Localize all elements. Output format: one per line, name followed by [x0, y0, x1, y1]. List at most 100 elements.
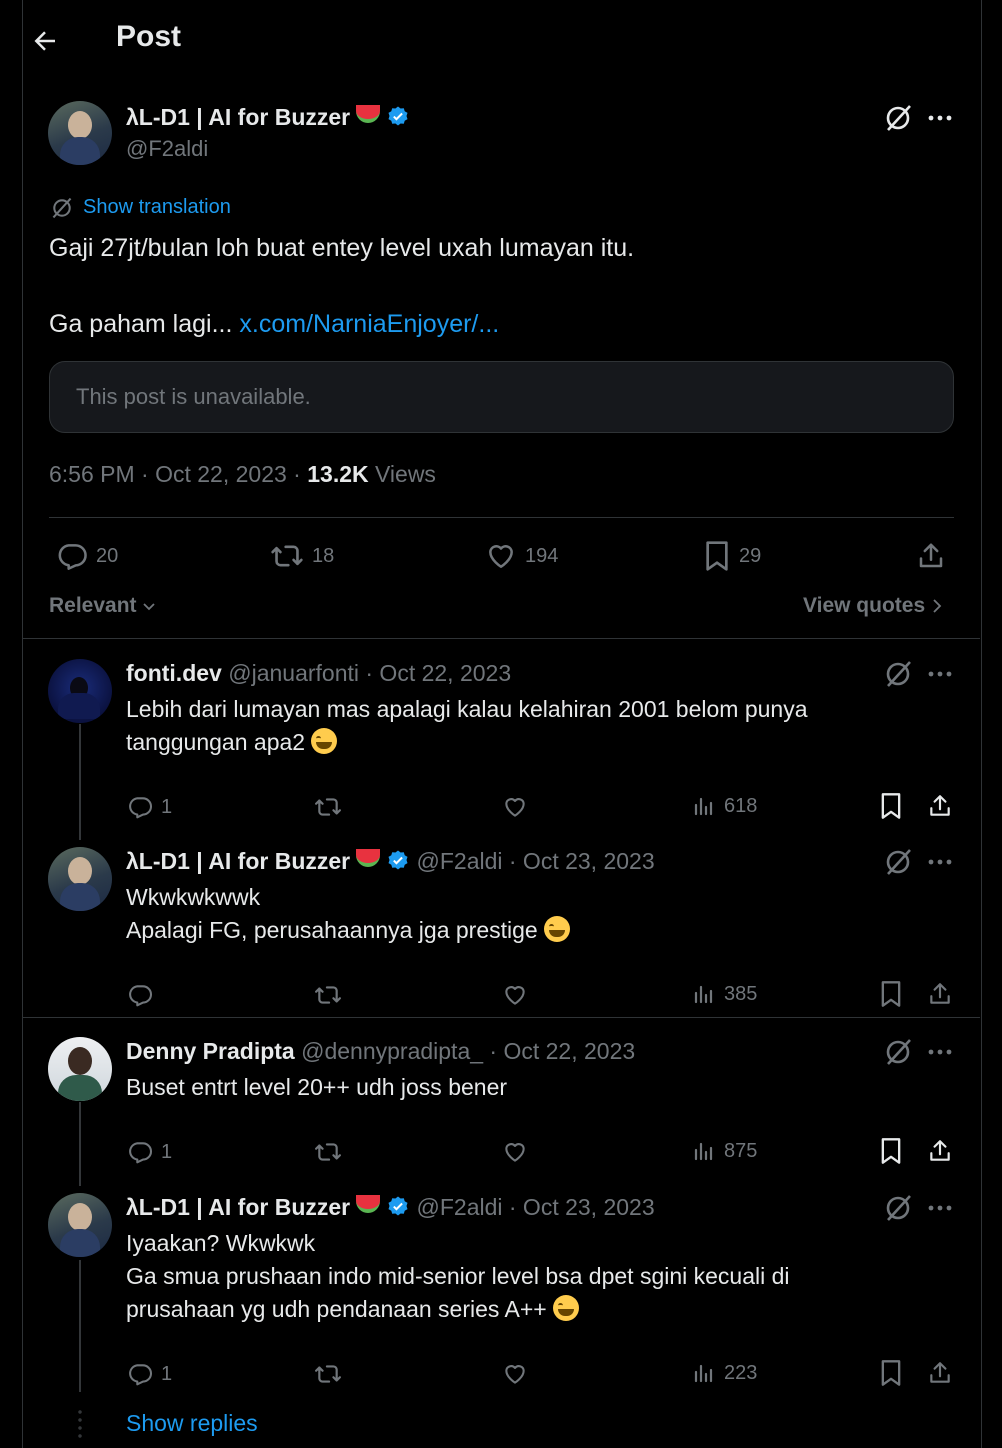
post-text-line-1: Gaji 27jt/bulan loh buat entey level uxa… — [49, 234, 635, 262]
divider — [49, 517, 954, 518]
reply-text-line: Lebih dari lumayan mas apalagi kalau kel… — [126, 696, 808, 722]
reply-header: λL-D1 | AI for Buzzer @F2aldi · Oct 23, … — [126, 848, 655, 875]
heart-icon[interactable] — [502, 1139, 528, 1165]
more-options-icon[interactable] — [928, 664, 952, 684]
reply-author-name[interactable]: fonti.dev — [126, 660, 222, 686]
page-title: Post — [116, 20, 182, 53]
grok-icon[interactable] — [884, 660, 912, 688]
repost-icon[interactable] — [313, 794, 343, 820]
heart-icon[interactable] — [502, 794, 528, 820]
reply-text-line: tanggungan apa2 — [126, 726, 338, 758]
view-quotes-link[interactable]: View quotes — [803, 594, 943, 618]
reply-button[interactable]: 1 — [127, 1139, 172, 1165]
like-button[interactable]: 194 — [485, 540, 558, 572]
grok-icon[interactable] — [884, 848, 912, 876]
share-icon[interactable] — [927, 1359, 953, 1387]
share-icon[interactable] — [927, 980, 953, 1008]
chevron-down-icon — [142, 603, 155, 611]
repost-icon — [271, 545, 303, 567]
reply-button[interactable] — [127, 982, 161, 1008]
reply-icon — [58, 544, 87, 570]
reply-header: Denny Pradipta @dennypradipta_ · Oct 22,… — [126, 1038, 635, 1065]
more-options-icon[interactable] — [928, 1042, 952, 1062]
bookmark-icon — [706, 541, 728, 571]
show-translation-link[interactable]: Show translation — [83, 196, 231, 219]
reply-icon — [127, 982, 153, 1008]
laughing-emoji — [553, 1295, 580, 1321]
post-timestamp[interactable]: 6:56 PM · Oct 22, 2023 · — [49, 461, 307, 487]
views-icon — [692, 1361, 716, 1385]
watermelon-emoji — [356, 105, 381, 123]
views-button[interactable]: 618 — [692, 794, 757, 818]
reply-meta[interactable]: @dennypradipta_ · Oct 22, 2023 — [301, 1038, 635, 1064]
section-divider — [22, 638, 980, 639]
quoted-post-card: This post is unavailable. — [49, 361, 954, 433]
thread-line — [79, 724, 81, 840]
views-icon — [692, 794, 716, 818]
post-link[interactable]: x.com/NarniaEnjoyer/... — [239, 310, 499, 338]
grok-icon[interactable] — [884, 104, 912, 132]
avatar[interactable] — [48, 847, 112, 911]
laughing-emoji — [311, 728, 338, 754]
bookmark-icon[interactable] — [879, 792, 903, 820]
share-icon[interactable] — [927, 1137, 953, 1165]
reply-button[interactable]: 1 — [127, 1361, 172, 1387]
verified-badge-icon — [386, 1195, 410, 1219]
grok-icon[interactable] — [884, 1194, 912, 1222]
back-arrow-icon[interactable] — [30, 26, 60, 56]
reply-meta[interactable]: @F2aldi · Oct 23, 2023 — [417, 1194, 655, 1220]
author-handle[interactable]: @F2aldi — [126, 136, 208, 162]
watermelon-emoji — [356, 849, 381, 867]
share-icon[interactable] — [916, 540, 946, 572]
heart-icon[interactable] — [502, 982, 528, 1008]
show-replies-link[interactable]: Show replies — [126, 1410, 258, 1437]
grok-icon[interactable] — [884, 1038, 912, 1066]
reply-meta[interactable]: @F2aldi · Oct 23, 2023 — [417, 848, 655, 874]
repost-icon[interactable] — [313, 982, 343, 1008]
avatar[interactable] — [48, 101, 112, 165]
bookmark-icon[interactable] — [879, 1137, 903, 1165]
bookmark-button[interactable]: 29 — [703, 540, 761, 572]
verified-badge-icon — [386, 105, 410, 129]
repost-button[interactable]: 18 — [270, 540, 334, 572]
section-divider — [22, 1017, 980, 1018]
laughing-emoji — [544, 916, 571, 942]
reply-author-name[interactable]: λL-D1 | AI for Buzzer — [126, 848, 350, 874]
watermelon-emoji — [356, 1195, 381, 1213]
reply-author-name[interactable]: λL-D1 | AI for Buzzer — [126, 1194, 350, 1220]
avatar[interactable] — [48, 1037, 112, 1101]
reply-author-name[interactable]: Denny Pradipta — [126, 1038, 295, 1064]
more-options-icon[interactable] — [928, 852, 952, 872]
views-button[interactable]: 223 — [692, 1361, 757, 1385]
views-button[interactable]: 385 — [692, 982, 757, 1006]
reply-text-line: prusahaan yg udh pendanaan series A++ — [126, 1293, 580, 1325]
post-meta: 6:56 PM · Oct 22, 2023 · 13.2K Views — [49, 461, 436, 487]
author-name[interactable]: λL-D1 | AI for Buzzer — [126, 104, 410, 131]
chevron-right-icon — [933, 599, 942, 613]
more-options-icon[interactable] — [928, 108, 952, 128]
bookmark-icon[interactable] — [879, 980, 903, 1008]
repost-icon[interactable] — [313, 1361, 343, 1387]
views-count: 13.2K — [307, 461, 369, 487]
translate-icon — [50, 196, 74, 220]
views-icon — [692, 982, 716, 1006]
bookmark-icon[interactable] — [879, 1359, 903, 1387]
reply-button[interactable]: 20 — [56, 540, 118, 572]
reply-text-line: Iyaakan? Wkwkwk — [126, 1230, 316, 1256]
reply-button[interactable]: 1 — [127, 794, 172, 820]
views-icon — [692, 1139, 716, 1163]
reply-meta[interactable]: @januarfonti · Oct 22, 2023 — [228, 660, 511, 686]
reply-text-line: Buset entrt level 20++ udh joss bener — [126, 1074, 508, 1100]
share-icon[interactable] — [927, 792, 953, 820]
repost-icon[interactable] — [313, 1139, 343, 1165]
heart-icon[interactable] — [502, 1361, 528, 1387]
reply-icon — [127, 1361, 153, 1387]
reply-text-line: Ga smua prushaan indo mid-senior level b… — [126, 1263, 790, 1289]
reply-header: λL-D1 | AI for Buzzer @F2aldi · Oct 23, … — [126, 1194, 655, 1221]
avatar[interactable] — [48, 1193, 112, 1257]
views-button[interactable]: 875 — [692, 1139, 757, 1163]
more-options-icon[interactable] — [928, 1198, 952, 1218]
avatar[interactable] — [48, 659, 112, 723]
sort-dropdown[interactable]: Relevant — [49, 594, 157, 618]
post-text-line-2: Ga paham lagi... x.com/NarniaEnjoyer/... — [49, 310, 500, 338]
